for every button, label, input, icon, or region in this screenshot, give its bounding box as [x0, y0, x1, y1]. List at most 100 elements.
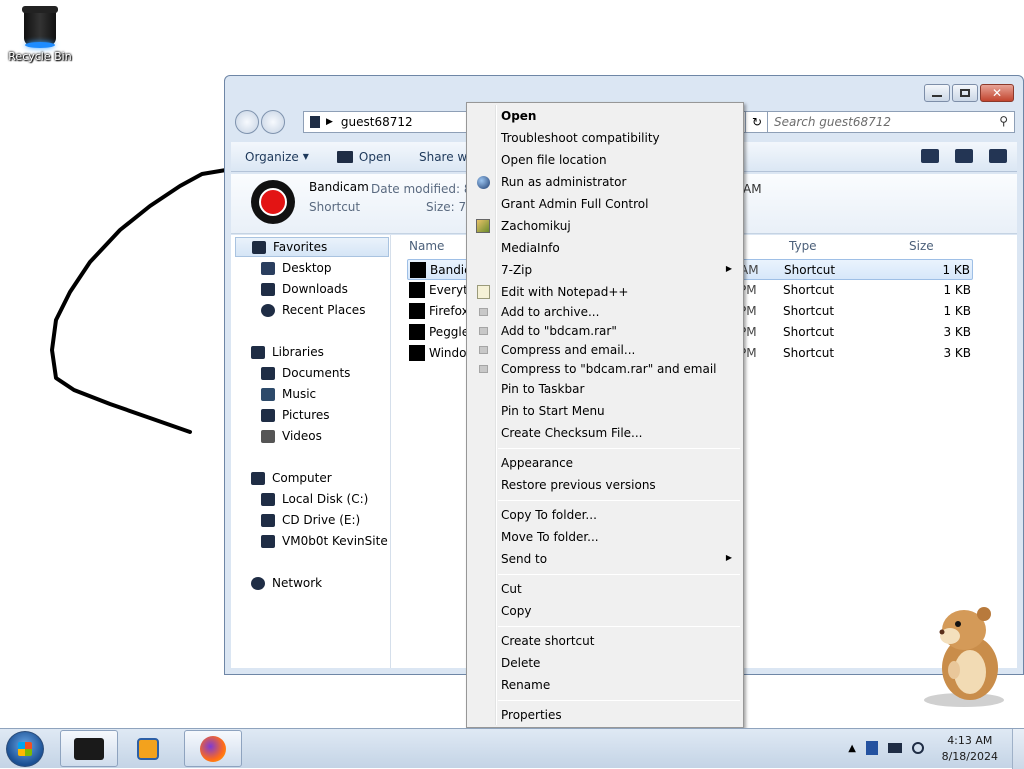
- nav-documents[interactable]: Documents: [231, 363, 389, 383]
- volume-icon[interactable]: [912, 742, 924, 754]
- close-button[interactable]: ✕: [980, 84, 1014, 102]
- file-type: Shortcut: [783, 304, 835, 318]
- network-icon: [251, 576, 265, 590]
- media-player-icon: [137, 737, 159, 760]
- address-path[interactable]: guest68712: [341, 115, 413, 129]
- open-label: Open: [358, 149, 391, 164]
- nav-vm-share[interactable]: VM0b0t KevinSite: [231, 531, 389, 551]
- minimize-button[interactable]: [924, 84, 950, 102]
- nav-videos[interactable]: Videos: [231, 426, 389, 446]
- show-desktop-button[interactable]: [1012, 729, 1024, 769]
- search-input[interactable]: Search guest68712 ⚲: [767, 111, 1015, 133]
- maximize-button[interactable]: [952, 84, 978, 102]
- menu-item-copy-to[interactable]: Copy To folder...: [470, 504, 740, 526]
- recycle-bin-desktop-icon[interactable]: Recycle Bin: [4, 4, 76, 63]
- menu-item-open[interactable]: Open: [470, 105, 740, 127]
- menu-item-zachomikuj[interactable]: Zachomikuj: [470, 215, 740, 237]
- shortcut-icon: [409, 345, 425, 361]
- column-size[interactable]: Size: [909, 239, 934, 253]
- network-tray-icon[interactable]: [888, 743, 902, 753]
- tray-app-icon[interactable]: [866, 741, 878, 755]
- pictures-icon: [261, 408, 275, 422]
- taskbar-clock[interactable]: 4:13 AM 8/18/2024: [942, 733, 998, 765]
- organize-button[interactable]: Organize ▼: [231, 150, 323, 164]
- view-options-icon[interactable]: [921, 149, 939, 163]
- clock-time: 4:13 AM: [947, 734, 993, 747]
- menu-item-compress-rar-email[interactable]: Compress to "bdcam.rar" and email: [470, 358, 740, 380]
- start-button[interactable]: [6, 731, 44, 767]
- nav-libraries[interactable]: Libraries: [231, 342, 389, 362]
- menu-item-properties[interactable]: Properties: [470, 704, 740, 726]
- taskbar-media-player-button[interactable]: [120, 730, 176, 767]
- menu-item-mediainfo[interactable]: MediaInfo: [470, 237, 740, 259]
- nav-cd-drive[interactable]: CD Drive (E:): [231, 510, 389, 530]
- refresh-button[interactable]: ↻: [745, 111, 769, 133]
- menu-label: Cut: [501, 582, 522, 596]
- menu-item-delete[interactable]: Delete: [470, 652, 740, 674]
- desktop-icon: [261, 261, 275, 275]
- file-name: Bandic: [430, 263, 471, 277]
- menu-item-create-shortcut[interactable]: Create shortcut: [470, 630, 740, 652]
- breadcrumb-chevron-icon[interactable]: ▶: [326, 117, 333, 127]
- hamster-icon: [475, 218, 491, 234]
- menu-item-move-to[interactable]: Move To folder...: [470, 526, 740, 548]
- file-type: Shortcut: [783, 346, 835, 360]
- column-type[interactable]: Type: [789, 239, 817, 253]
- menu-item-checksum[interactable]: Create Checksum File...: [470, 422, 740, 444]
- file-type: Shortcut: [783, 283, 835, 297]
- help-icon[interactable]: [989, 149, 1007, 163]
- menu-item-pin-taskbar[interactable]: Pin to Taskbar: [470, 378, 740, 400]
- menu-item-cut[interactable]: Cut: [470, 578, 740, 600]
- nav-recent-places-label: Recent Places: [282, 303, 366, 317]
- menu-label: Open file location: [501, 153, 607, 167]
- menu-item-troubleshoot[interactable]: Troubleshoot compatibility: [470, 127, 740, 149]
- preview-pane-icon[interactable]: [955, 149, 973, 163]
- nav-documents-label: Documents: [282, 366, 351, 380]
- nav-favorites[interactable]: Favorites: [235, 237, 389, 257]
- nav-downloads[interactable]: Downloads: [231, 279, 389, 299]
- menu-label: Delete: [501, 656, 541, 670]
- menu-item-pin-start[interactable]: Pin to Start Menu: [470, 400, 740, 422]
- file-size: 1 KB: [943, 283, 971, 297]
- menu-item-copy[interactable]: Copy: [470, 600, 740, 622]
- share-with-label: Share wi: [418, 149, 471, 164]
- menu-label: Troubleshoot compatibility: [501, 131, 660, 145]
- show-hidden-icons-icon[interactable]: ▲: [848, 743, 856, 754]
- menu-item-open-location[interactable]: Open file location: [470, 149, 740, 171]
- hamster-mascot[interactable]: [914, 600, 1018, 710]
- menu-item-rename[interactable]: Rename: [470, 674, 740, 696]
- nav-desktop[interactable]: Desktop: [231, 258, 389, 278]
- nav-computer[interactable]: Computer: [231, 468, 389, 488]
- open-icon: [336, 150, 353, 163]
- menu-item-restore[interactable]: Restore previous versions: [470, 474, 740, 496]
- shield-globe-icon: [475, 174, 491, 190]
- menu-item-appearance[interactable]: Appearance: [470, 452, 740, 474]
- nav-local-disk[interactable]: Local Disk (C:): [231, 489, 389, 509]
- nav-cd-drive-label: CD Drive (E:): [282, 513, 361, 527]
- archive-icon: [475, 342, 491, 358]
- nav-music-label: Music: [282, 387, 317, 401]
- details-time: AM: [743, 182, 762, 196]
- nav-pictures[interactable]: Pictures: [231, 405, 389, 425]
- nav-network[interactable]: Network: [231, 573, 389, 593]
- menu-item-run-admin[interactable]: Run as administrator: [470, 171, 740, 193]
- taskbar-firefox-button[interactable]: [184, 730, 242, 767]
- menu-label: Move To folder...: [501, 530, 599, 544]
- file-size: 3 KB: [943, 346, 971, 360]
- back-button[interactable]: [235, 110, 259, 134]
- menu-item-notepad[interactable]: Edit with Notepad++: [470, 281, 740, 303]
- column-name[interactable]: Name: [409, 239, 444, 253]
- file-name: Firefox: [429, 304, 469, 318]
- nav-recent-places[interactable]: Recent Places: [231, 300, 389, 320]
- forward-button[interactable]: [261, 110, 285, 134]
- nav-downloads-label: Downloads: [282, 282, 348, 296]
- open-button[interactable]: Open: [323, 150, 405, 164]
- menu-item-send-to[interactable]: Send to ▶: [470, 548, 740, 570]
- cd-drive-icon: [261, 513, 275, 527]
- menu-item-grant-admin[interactable]: Grant Admin Full Control: [470, 193, 740, 215]
- nav-music[interactable]: Music: [231, 384, 389, 404]
- menu-item-7zip[interactable]: 7-Zip ▶: [470, 259, 740, 281]
- taskbar-explorer-button[interactable]: [60, 730, 118, 767]
- file-name: Windo: [429, 346, 467, 360]
- clock-date: 8/18/2024: [941, 750, 998, 763]
